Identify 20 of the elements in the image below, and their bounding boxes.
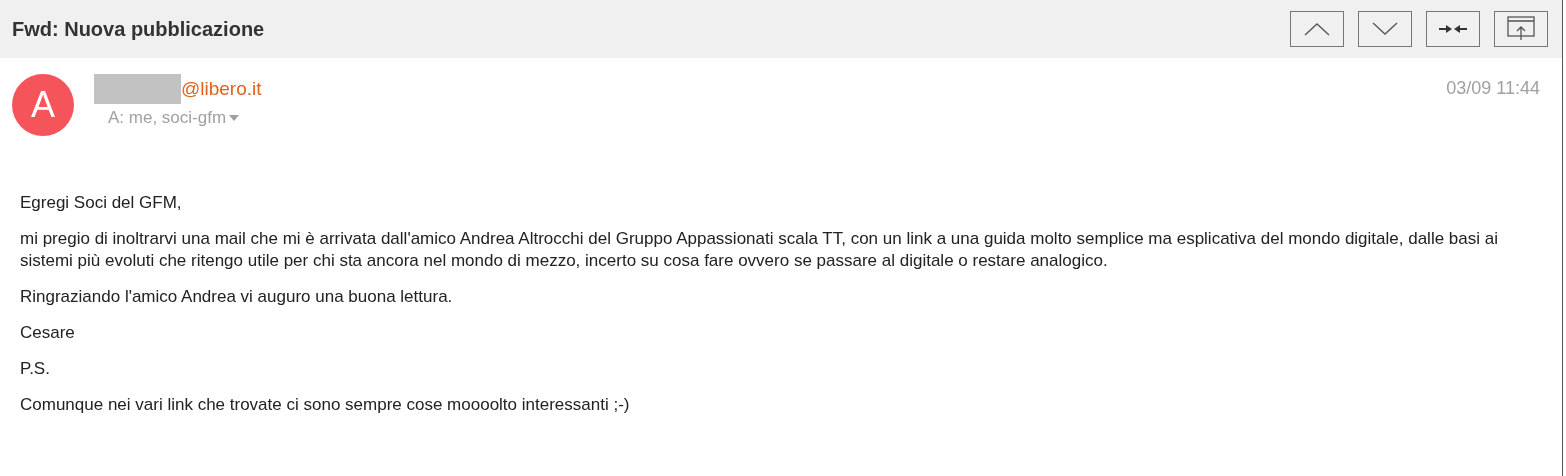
- caret-icon: [229, 115, 240, 121]
- email-subject: Fwd: Nuova pubblicazione: [12, 17, 266, 41]
- body-paragraph: mi pregio di inoltrarvi una mail che mi è arrivata dall'amico Andrea Altrocchi del Gruppo Appassionati scala TT, con un link a una guida molto semplice ma esplicativa del mondo digitale, dalle basi ai sistemi più evoluti che ritengo utile per chi sta ancora nel mondo di mezzo, incerto su cosa fare ovvero se passare al digitale o restare analogico.: [20, 228, 1499, 272]
- up-button[interactable]: [1290, 11, 1344, 47]
- body-paragraph: Cesare: [20, 322, 76, 344]
- collapse-button[interactable]: [1426, 11, 1480, 47]
- chevron-up-icon: [1304, 22, 1330, 36]
- sender-avatar: A: [12, 74, 74, 136]
- popout-button[interactable]: [1494, 11, 1548, 47]
- body-paragraph: Egregi Soci del GFM,: [20, 192, 183, 214]
- down-button[interactable]: [1358, 11, 1412, 47]
- collapse-arrows-icon: [1439, 24, 1467, 34]
- email-date: 03/09 11:44: [1446, 78, 1540, 100]
- body-paragraph: P.S.: [20, 358, 51, 380]
- chevron-down-icon: [1372, 22, 1398, 36]
- popout-window-icon: [1507, 16, 1535, 42]
- body-paragraph: Ringraziando l'amico Andrea vi auguro una buona lettura.: [20, 286, 454, 308]
- body-paragraph: Comunque nei vari link che trovate ci sono sempre cose moooolto interessanti ;-): [20, 394, 631, 416]
- recipients-dropdown[interactable]: A: me, soci-gfm: [94, 108, 240, 128]
- sender-email: @libero.it: [181, 78, 262, 100]
